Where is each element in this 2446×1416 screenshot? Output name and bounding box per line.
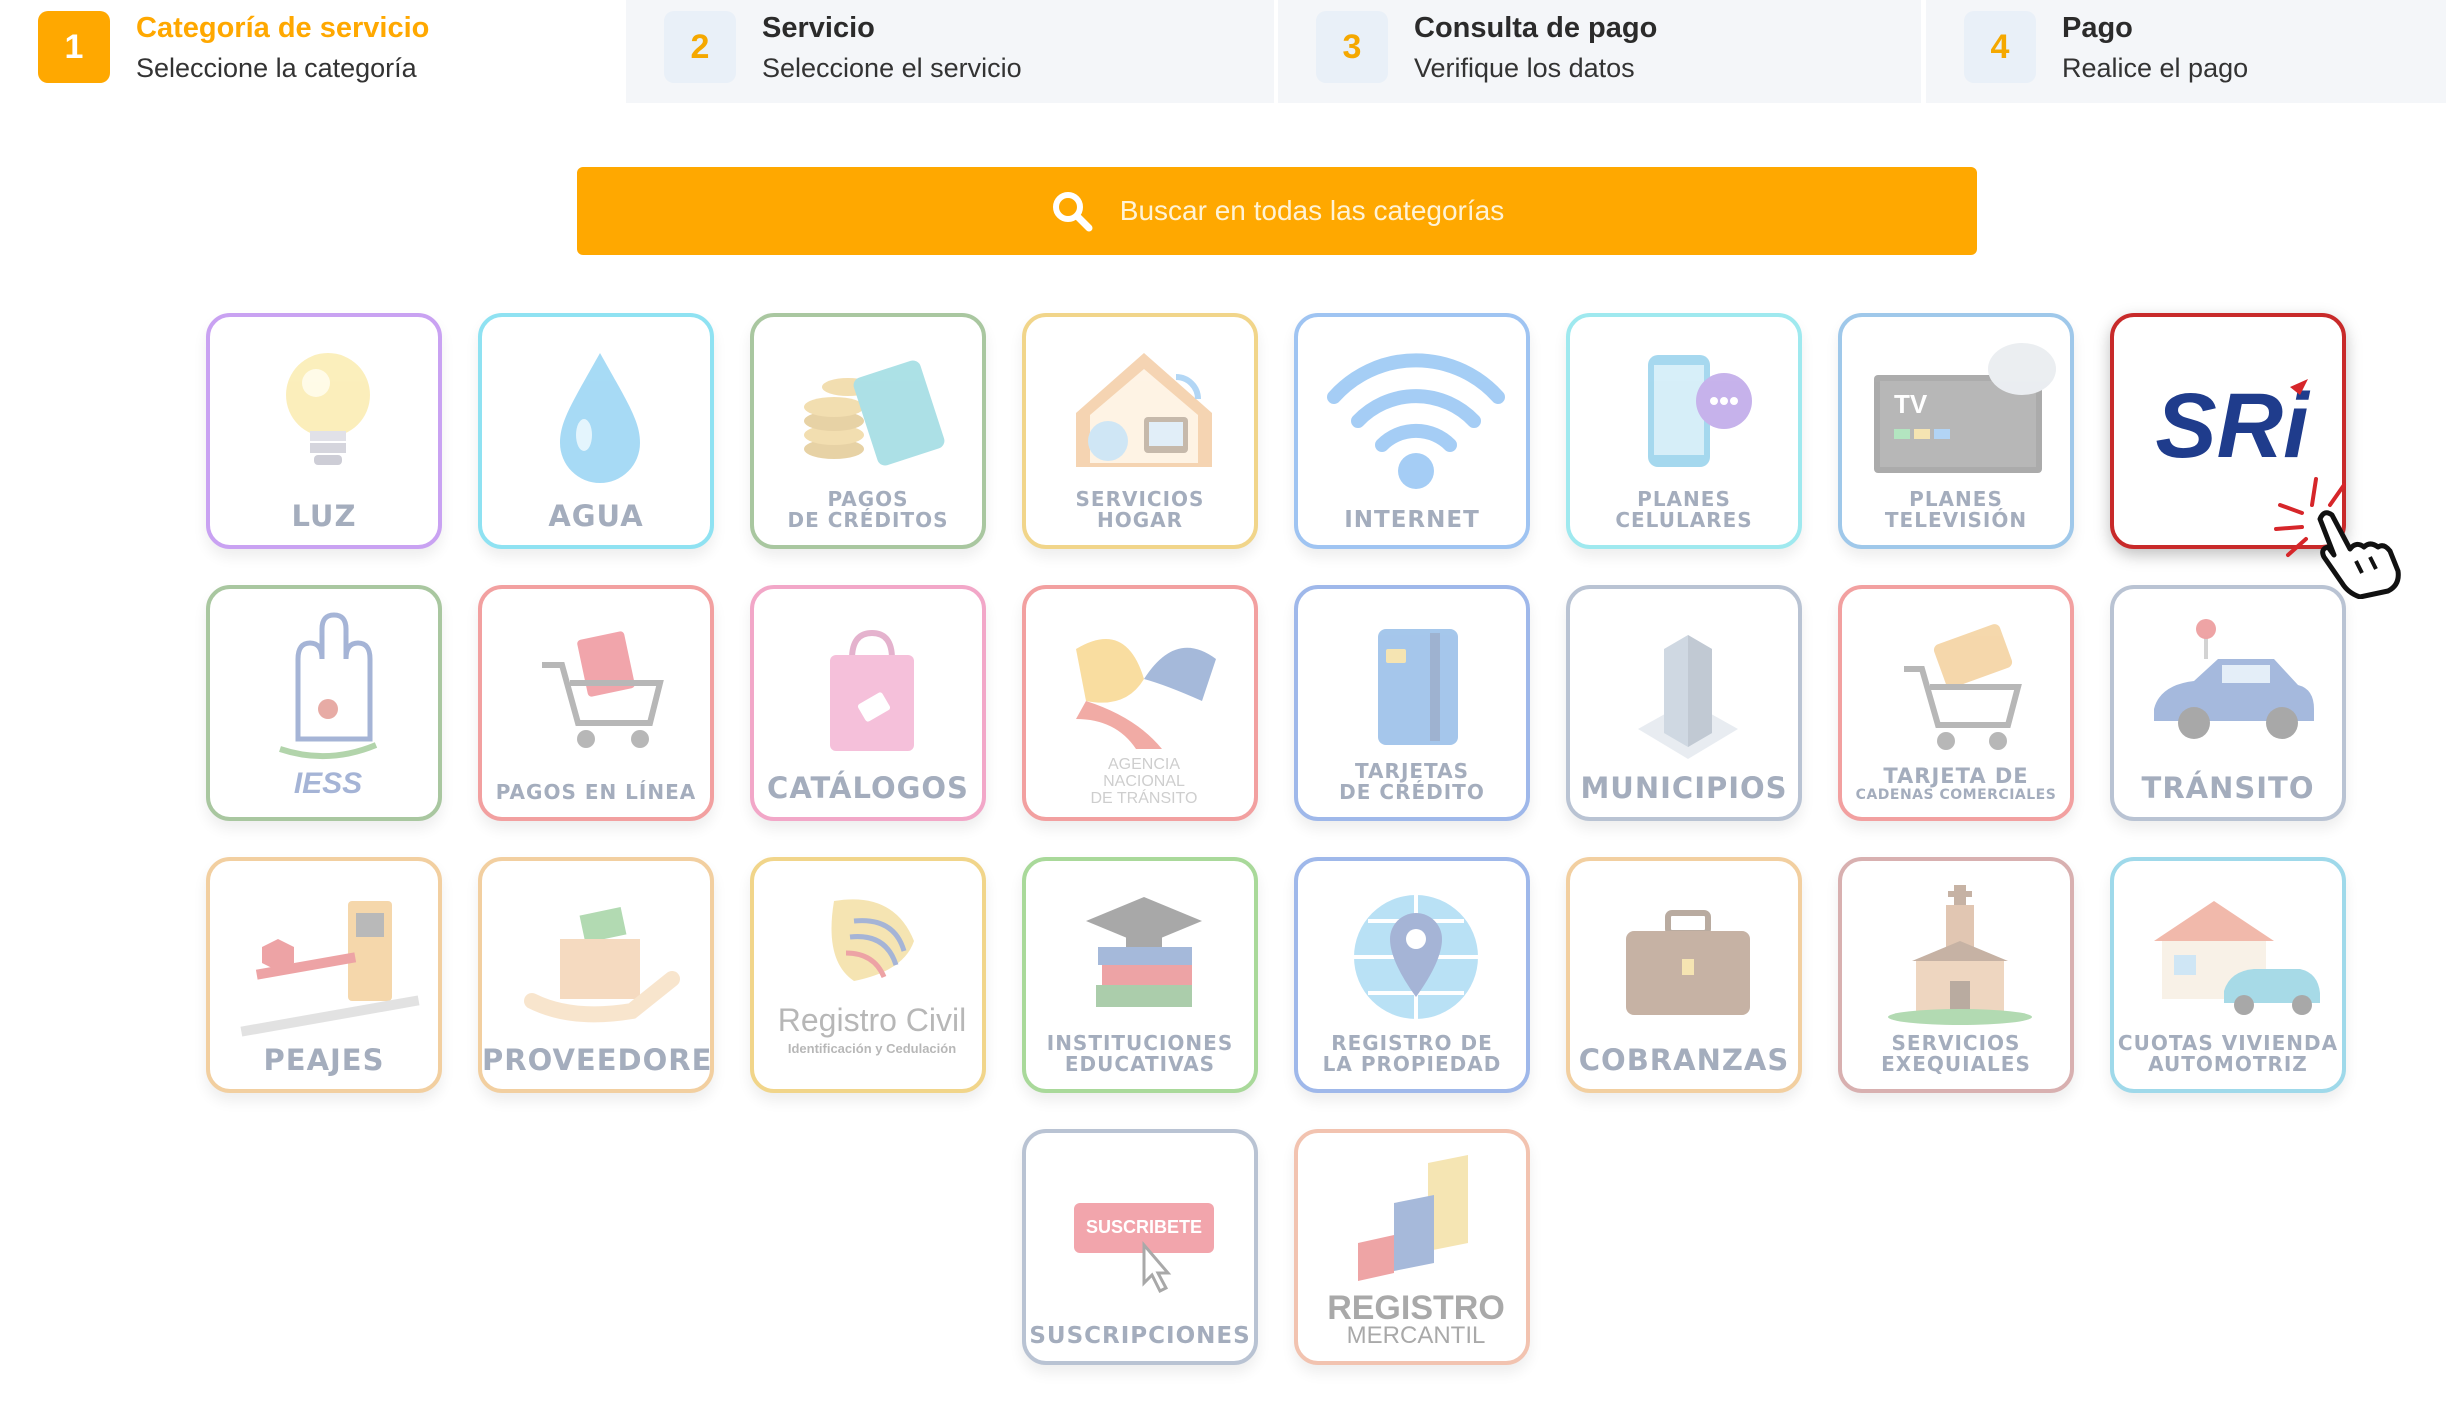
search-icon	[1052, 192, 1093, 232]
step-number: 1	[38, 11, 110, 83]
progress-stepper: 1 Categoría de servicio Seleccione la ca…	[0, 0, 2446, 103]
category-iess[interactable]: IESS	[206, 585, 442, 821]
step-title: Categoría de servicio	[136, 12, 430, 44]
category-label: INTERNET	[1344, 507, 1480, 533]
step-title: Servicio	[762, 12, 875, 44]
search-bar[interactable]: Buscar en todas las categorías	[577, 167, 1977, 255]
hand-pointer-icon	[2274, 477, 2401, 599]
category-tarjeta-cadenas[interactable]: TARJETA DE CADENAS COMERCIALES	[1838, 585, 2074, 821]
step-number: 3	[1316, 11, 1388, 83]
step-pago[interactable]: 4 Pago Realice el pago	[1926, 0, 2446, 103]
category-label: SERVICIOS EXEQUIALES	[1881, 1031, 2031, 1076]
category-transito[interactable]: TRÁNSITO	[2110, 585, 2346, 821]
category-label: AGUA	[548, 499, 644, 533]
category-label: PEAJES	[263, 1043, 385, 1077]
step-subtitle: Verifique los datos	[1414, 53, 1635, 83]
category-municipios[interactable]: MUNICIPIOS	[1566, 585, 1802, 821]
category-ant[interactable]: AGENCIA NACIONAL DE TRÁNSITO	[1022, 585, 1258, 821]
category-label: CATÁLOGOS	[767, 771, 969, 805]
category-cuotas-vivienda-automotriz[interactable]: CUOTAS VIVIENDA AUTOMOTRIZ	[2110, 857, 2346, 1093]
category-label: CUOTAS VIVIENDA AUTOMOTRIZ	[2117, 1031, 2339, 1076]
category-label: PAGOS EN LÍNEA	[495, 780, 697, 804]
category-cobranzas[interactable]: COBRANZAS	[1566, 857, 1802, 1093]
svg-text:IESS: IESS	[294, 767, 362, 800]
category-label: PROVEEDORES	[482, 1043, 714, 1077]
svg-text:Registro Civil: Registro Civil	[778, 1002, 966, 1038]
registro-civil-logo: Registro Civil Identificación y Cedulaci…	[778, 899, 966, 1056]
step-title: Pago	[2062, 12, 2133, 44]
svg-text:DE TRÁNSITO: DE TRÁNSITO	[1091, 788, 1198, 807]
step-servicio[interactable]: 2 Servicio Seleccione el servicio	[626, 0, 1274, 103]
category-label: TARJETA DE CADENAS COMERCIALES	[1855, 764, 2057, 803]
step-consulta[interactable]: 3 Consulta de pago Verifique los datos	[1278, 0, 1921, 103]
category-instituciones-educativas[interactable]: INSTITUCIONES EDUCATIVAS	[1022, 857, 1258, 1093]
category-label: PAGOS DE CRÉDITOS	[787, 487, 949, 532]
category-planes-celulares[interactable]: PLANES CELULARES	[1566, 313, 1802, 549]
step-categoria[interactable]: 1 Categoría de servicio Seleccione la ca…	[0, 0, 626, 103]
step-number: 2	[664, 11, 736, 83]
category-registro-mercantil[interactable]: REGISTRO MERCANTIL	[1294, 1129, 1530, 1365]
category-peajes[interactable]: PEAJES	[206, 857, 442, 1093]
ant-logo: AGENCIA NACIONAL DE TRÁNSITO	[1076, 639, 1216, 807]
category-label: INSTITUCIONES EDUCATIVAS	[1046, 1031, 1234, 1076]
category-label: SERVICIOS HOGAR	[1075, 487, 1205, 532]
step-subtitle: Realice el pago	[2062, 53, 2249, 83]
svg-text:AGENCIA: AGENCIA	[1108, 756, 1180, 773]
svg-text:NACIONAL: NACIONAL	[1103, 773, 1185, 790]
category-label: SUSCRIPCIONES	[1029, 1323, 1251, 1349]
category-label: COBRANZAS	[1578, 1043, 1790, 1077]
category-label: TARJETAS DE CRÉDITO	[1339, 759, 1485, 804]
category-suscripciones[interactable]: SUSCRIBETE SUSCRIPCIONES	[1022, 1129, 1258, 1365]
category-registro-civil[interactable]: Registro Civil Identificación y Cedulaci…	[750, 857, 986, 1093]
step-title: Consulta de pago	[1414, 12, 1658, 44]
category-tarjetas-credito[interactable]: TARJETAS DE CRÉDITO	[1294, 585, 1530, 821]
svg-text:SUSCRIBETE: SUSCRIBETE	[1086, 1217, 1202, 1237]
category-label: MUNICIPIOS	[1580, 771, 1788, 805]
svg-text:Identificación y Cedulación: Identificación y Cedulación	[788, 1041, 956, 1056]
step-number: 4	[1964, 11, 2036, 83]
category-label: PLANES CELULARES	[1615, 487, 1753, 532]
category-pagos-en-linea[interactable]: PAGOS EN LÍNEA	[478, 585, 714, 821]
registro-mercantil-logo: REGISTRO MERCANTIL	[1327, 1155, 1505, 1349]
category-internet[interactable]: INTERNET	[1294, 313, 1530, 549]
category-servicios-hogar[interactable]: SERVICIOS HOGAR	[1022, 313, 1258, 549]
category-label: PLANES TELEVISIÓN	[1884, 487, 2028, 532]
category-label: REGISTRO DE LA PROPIEDAD	[1322, 1031, 1502, 1076]
step-subtitle: Seleccione la categoría	[136, 53, 417, 83]
search-placeholder: Buscar en todas las categorías	[1119, 195, 1505, 226]
category-agua[interactable]: AGUA	[478, 313, 714, 549]
category-pagos-creditos[interactable]: PAGOS DE CRÉDITOS	[750, 313, 986, 549]
category-catalogos[interactable]: CATÁLOGOS	[750, 585, 986, 821]
category-proveedores[interactable]: PROVEEDORES	[478, 857, 714, 1093]
svg-text:SRi: SRi	[2155, 375, 2311, 477]
iess-logo: IESS	[279, 612, 378, 800]
category-luz[interactable]: LUZ	[206, 313, 442, 549]
category-registro-propiedad[interactable]: REGISTRO DE LA PROPIEDAD	[1294, 857, 1530, 1093]
category-planes-television[interactable]: TV PLANES TELEVISIÓN	[1838, 313, 2074, 549]
svg-text:TV: TV	[1894, 389, 1928, 419]
step-subtitle: Seleccione el servicio	[762, 53, 1022, 83]
category-label: LUZ	[291, 499, 357, 533]
svg-text:MERCANTIL: MERCANTIL	[1347, 1322, 1486, 1349]
category-label: TRÁNSITO	[2141, 771, 2315, 805]
category-servicios-exequiales[interactable]: SERVICIOS EXEQUIALES	[1838, 857, 2074, 1093]
